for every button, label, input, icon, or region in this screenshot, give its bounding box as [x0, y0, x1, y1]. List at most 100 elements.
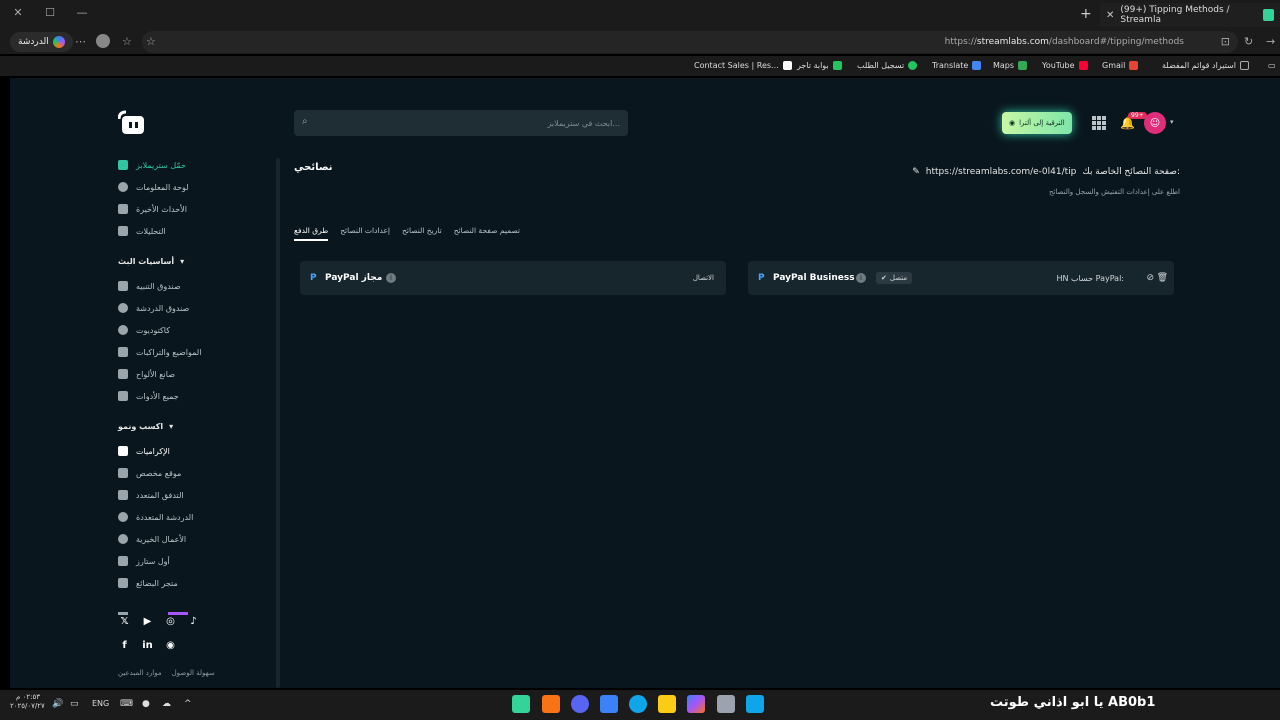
- avatar[interactable]: ☺: [1144, 112, 1166, 134]
- apps-grid-icon[interactable]: [1092, 116, 1106, 130]
- edge-app-icon[interactable]: [629, 695, 647, 713]
- display-icon[interactable]: ▭: [70, 699, 79, 709]
- panel-icon: [118, 369, 128, 379]
- volume-icon[interactable]: 🔊: [52, 699, 63, 709]
- info-icon[interactable]: i: [856, 273, 866, 283]
- page-title: نصائحي: [294, 162, 333, 173]
- bookmarks-folder-icon[interactable]: ▭: [1268, 61, 1276, 70]
- discord-app-icon[interactable]: [571, 695, 589, 713]
- bookmark-maps[interactable]: Maps: [993, 61, 1028, 70]
- accessibility-link[interactable]: سهولة الوصول: [172, 669, 215, 677]
- sidebar-item-merch-store[interactable]: متجر البضائع: [118, 578, 178, 588]
- close-window-icon[interactable]: ✕: [10, 6, 26, 19]
- close-tab-icon[interactable]: ✕: [1106, 10, 1114, 21]
- sidebar-item-custom-site[interactable]: موقع مخصص: [118, 468, 181, 478]
- tab-tip-settings[interactable]: إعدادات النصائح: [340, 226, 390, 241]
- creator-resources-link[interactable]: موارد المبدعين: [118, 669, 162, 677]
- copilot-chat-button[interactable]: الدردشة: [10, 32, 73, 52]
- cloud-icon[interactable]: ☁: [162, 699, 171, 709]
- streamlabs-app-icon[interactable]: [512, 695, 530, 713]
- sidebar-item-analytics[interactable]: التحليلات: [118, 226, 166, 236]
- app-a-icon[interactable]: [542, 695, 560, 713]
- favorites-icon[interactable]: ☆: [122, 35, 132, 48]
- files-app-icon[interactable]: [658, 695, 676, 713]
- omnibox[interactable]: ☆ https://streamlabs.com/dashboard#/tipp…: [142, 31, 1238, 53]
- sidebar-item-charity[interactable]: الأعمال الخيرية: [118, 534, 186, 544]
- tip-url-link[interactable]: https://streamlabs.com/e-0l41/tip: [926, 167, 1077, 177]
- sidebar-scrollbar[interactable]: [276, 158, 280, 688]
- add-favorite-icon[interactable]: ☆: [146, 35, 156, 48]
- info-icon[interactable]: i: [386, 273, 396, 283]
- store-app-icon[interactable]: [600, 695, 618, 713]
- minimize-window-icon[interactable]: —: [74, 6, 90, 19]
- payment-method-card-paypal-business[interactable]: P PayPal Business i ✔ متصل HN حساب PayPal…: [748, 261, 1174, 295]
- bookmark-merchant[interactable]: بوابة تاجر: [797, 61, 842, 70]
- trash-icon[interactable]: 🗑: [1157, 273, 1168, 283]
- bookmark-import[interactable]: استيراد قوائم المفضلة: [1162, 61, 1249, 70]
- connect-button[interactable]: الاتصال: [693, 274, 714, 282]
- sidebar-item-ultra-stars[interactable]: أول ستارز: [118, 556, 170, 566]
- instagram-icon[interactable]: ◎: [164, 615, 177, 628]
- bookmark-translate[interactable]: Translate: [932, 61, 982, 70]
- sidebar-item-tips[interactable]: الإكراميات: [118, 446, 170, 456]
- browser-tab[interactable]: ✕ (99+) Tipping Methods / Streamla: [1100, 3, 1280, 27]
- facebook-icon[interactable]: f: [118, 639, 131, 652]
- linkedin-icon[interactable]: in: [141, 639, 154, 652]
- hide-icon[interactable]: ⊘: [1146, 273, 1154, 283]
- sidebar-item-panel-maker[interactable]: صانع الألواح: [118, 369, 175, 379]
- reader-icon[interactable]: ⊡: [1221, 35, 1230, 48]
- taskview-icon[interactable]: [717, 695, 735, 713]
- payment-method-card-paypal[interactable]: P PayPal مجاز i الاتصال: [300, 261, 726, 295]
- profile-icon[interactable]: [96, 34, 110, 48]
- streamlabs-page: حمّل ستريملابز لوحة المعلومات الأحداث ال…: [10, 78, 1280, 688]
- mic-icon[interactable]: ●: [142, 699, 150, 709]
- sidebar-item-dashboard[interactable]: لوحة المعلومات: [118, 182, 189, 192]
- tips-tabs: طرق الدفع إعدادات النصائح تاريخ النصائح …: [294, 226, 520, 241]
- sidebar-item-multistream[interactable]: التدفق المتعدد: [118, 490, 184, 500]
- chevron-down-icon[interactable]: ▾: [1170, 118, 1174, 126]
- new-tab-button[interactable]: +: [1080, 6, 1092, 22]
- language-indicator[interactable]: ENG: [92, 699, 109, 708]
- sidebar-item-multichat[interactable]: الدردشة المتعددة: [118, 512, 193, 522]
- youtube-icon[interactable]: ▶: [141, 615, 154, 628]
- star-icon: [118, 556, 128, 566]
- sidebar-item-themes[interactable]: المواضيع والتراكبات: [118, 347, 201, 357]
- search-box[interactable]: ⌕: [294, 110, 628, 136]
- sidebar-footer: موارد المبدعين سهولة الوصول: [118, 669, 215, 677]
- tiktok-icon[interactable]: ♪: [187, 615, 200, 628]
- keyboard-icon[interactable]: ⌨: [120, 699, 133, 709]
- discord-icon[interactable]: ◉: [164, 639, 177, 652]
- search-input[interactable]: [318, 110, 620, 136]
- refresh-icon[interactable]: ↻: [1244, 35, 1253, 48]
- section-earn-grow[interactable]: اكسب ونمو ▾: [118, 422, 173, 431]
- tip-page-url: ✎ https://streamlabs.com/e-0l41/tip صفحة…: [912, 167, 1180, 177]
- upgrade-ultra-button[interactable]: ◉ الترقية إلى ألترا: [1002, 112, 1072, 134]
- tab-payment-methods[interactable]: طرق الدفع: [294, 226, 329, 241]
- bookmark-youtube[interactable]: YouTube: [1042, 61, 1088, 70]
- sidebar-item-cactus[interactable]: كاكتوديوت: [118, 325, 170, 335]
- start-icon[interactable]: [746, 695, 764, 713]
- sidebar-item-alert-box[interactable]: صندوق التنبيه: [118, 281, 181, 291]
- sidebar-item-all-tools[interactable]: جميع الأدوات: [118, 391, 179, 401]
- tray-chevron-icon[interactable]: ^: [184, 699, 192, 709]
- sidebar-item-chat-box[interactable]: صندوق الدردشة: [118, 303, 189, 313]
- section-streaming-basics[interactable]: أساسيات البث ▾: [118, 257, 184, 266]
- grid-icon: [118, 391, 128, 401]
- clock[interactable]: ٠٢:٥٣ م ٢٠٢٥/٠٧/٢٧: [10, 693, 45, 711]
- copilot-app-icon[interactable]: [687, 695, 705, 713]
- bookmark-contact-sales[interactable]: Contact Sales | Res...: [694, 61, 792, 70]
- sidebar-item-download[interactable]: حمّل ستريملابز: [118, 160, 186, 170]
- bookmark-gmail[interactable]: Gmail: [1102, 61, 1139, 70]
- chart-icon: [118, 226, 128, 236]
- download-icon: [118, 160, 128, 170]
- forward-icon[interactable]: →: [1266, 35, 1275, 48]
- tab-tip-history[interactable]: تاريخ النصائح: [402, 226, 442, 241]
- bookmark-order[interactable]: تسجيل الطلب: [857, 61, 918, 70]
- maximize-window-icon[interactable]: ☐: [42, 6, 58, 19]
- streamlabs-logo-icon[interactable]: [118, 110, 146, 136]
- tab-tip-page-design[interactable]: تصميم صفحة النصائح: [454, 226, 520, 241]
- sidebar-item-recent-events[interactable]: الأحداث الأخيرة: [118, 204, 187, 214]
- more-icon[interactable]: ⋯: [75, 35, 86, 48]
- x-icon[interactable]: 𝕏: [118, 615, 131, 628]
- edit-icon[interactable]: ✎: [912, 167, 920, 177]
